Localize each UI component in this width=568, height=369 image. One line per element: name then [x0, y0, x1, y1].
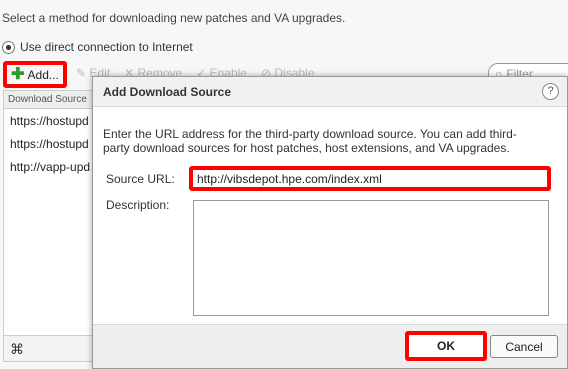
- cancel-button[interactable]: Cancel: [490, 335, 558, 358]
- source-url-field[interactable]: http://vibsdepot.hpe.com/index.xml: [189, 166, 551, 191]
- dialog-description: Enter the URL address for the third-part…: [103, 127, 517, 155]
- dialog-title-bar: Add Download Source ?: [93, 77, 567, 107]
- radio-label: Use direct connection to Internet: [20, 40, 193, 54]
- table-row[interactable]: https://hostupd: [4, 109, 98, 132]
- grid-footer: ⌘: [4, 335, 98, 361]
- description-label: Description:: [106, 198, 170, 212]
- plus-icon: ✚: [11, 65, 25, 83]
- add-button[interactable]: ✚ Add...: [3, 61, 67, 88]
- description-field[interactable]: [193, 200, 549, 316]
- add-download-source-dialog: Add Download Source ? Enter the URL addr…: [92, 76, 568, 369]
- download-source-grid: Download Source https://hostupd https://…: [3, 90, 99, 362]
- help-icon[interactable]: ?: [542, 83, 559, 100]
- grid-column-header[interactable]: Download Source: [4, 91, 98, 109]
- binoculars-icon[interactable]: ⌘: [10, 341, 24, 357]
- radio-selected-dot: [6, 44, 11, 50]
- direct-connection-option[interactable]: Use direct connection to Internet: [2, 40, 193, 54]
- source-url-label: Source URL:: [106, 172, 175, 186]
- dialog-title: Add Download Source: [103, 85, 232, 99]
- table-row[interactable]: https://hostupd: [4, 132, 98, 155]
- radio-button[interactable]: [2, 40, 15, 54]
- add-button-label: Add...: [27, 67, 59, 82]
- intro-text: Select a method for downloading new patc…: [2, 11, 346, 25]
- pencil-icon: ✎: [76, 66, 87, 80]
- dialog-footer: OK Cancel: [93, 324, 567, 368]
- ok-button[interactable]: OK: [405, 331, 487, 361]
- table-row[interactable]: http://vapp-upd: [4, 155, 98, 178]
